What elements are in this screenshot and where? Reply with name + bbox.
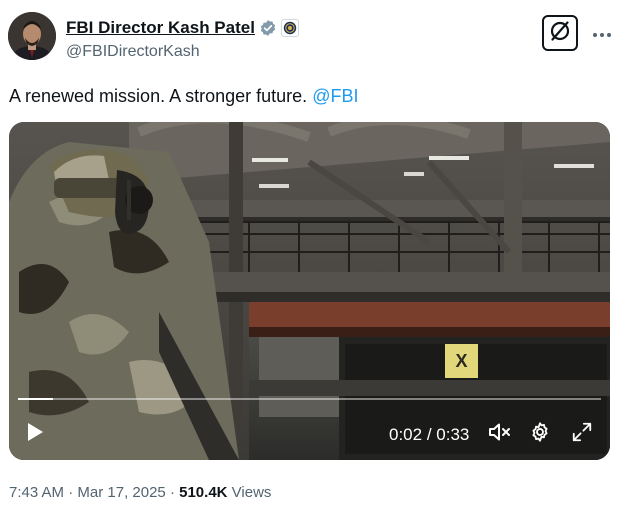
video-progress-bar[interactable] <box>18 398 601 400</box>
name-row: FBI Director Kash Patel <box>66 17 299 39</box>
tweet-text: A renewed mission. A stronger future. @F… <box>9 86 358 107</box>
verified-badge-icon <box>259 19 277 37</box>
fbi-seal-icon[interactable] <box>280 19 299 37</box>
views-count[interactable]: 510.4K <box>179 484 227 501</box>
video-time: 0:02 / 0:33 <box>389 425 469 445</box>
grok-button[interactable] <box>542 15 578 51</box>
play-icon <box>26 422 44 447</box>
tweet-header: FBI Director Kash Patel @FBIDirectorKash <box>8 12 622 64</box>
meta-separator: · <box>169 484 175 501</box>
video-player[interactable]: X 0:02 / 0:33 <box>9 122 610 460</box>
meta-separator: · <box>68 484 74 501</box>
mute-button[interactable] <box>487 423 513 445</box>
avatar[interactable] <box>8 12 56 60</box>
fullscreen-button[interactable] <box>570 422 594 446</box>
video-progress-fill <box>18 398 53 400</box>
duration: 0:33 <box>436 425 470 444</box>
user-handle[interactable]: @FBIDirectorKash <box>66 43 200 61</box>
play-button[interactable] <box>23 422 47 446</box>
post-date[interactable]: Mar 17, 2025 <box>77 484 165 501</box>
grok-icon <box>548 19 572 48</box>
fullscreen-icon <box>571 421 593 448</box>
gear-icon <box>529 421 551 448</box>
time-separator: / <box>426 425 432 444</box>
mention-link[interactable]: @FBI <box>312 86 358 106</box>
video-frame: X <box>9 122 610 460</box>
tweet-body: A renewed mission. A stronger future. <box>9 86 308 106</box>
mute-icon <box>488 422 512 447</box>
settings-button[interactable] <box>528 421 552 448</box>
more-button[interactable] <box>588 20 616 48</box>
more-icon <box>592 25 612 43</box>
views-label: Views <box>231 484 272 501</box>
current-time: 0:02 <box>389 425 423 444</box>
warning-sign: X <box>455 351 467 371</box>
display-name[interactable]: FBI Director Kash Patel <box>66 18 255 38</box>
post-time[interactable]: 7:43 AM <box>9 484 64 501</box>
tweet-meta: 7:43 AM · Mar 17, 2025 · 510.4K Views <box>9 484 271 501</box>
